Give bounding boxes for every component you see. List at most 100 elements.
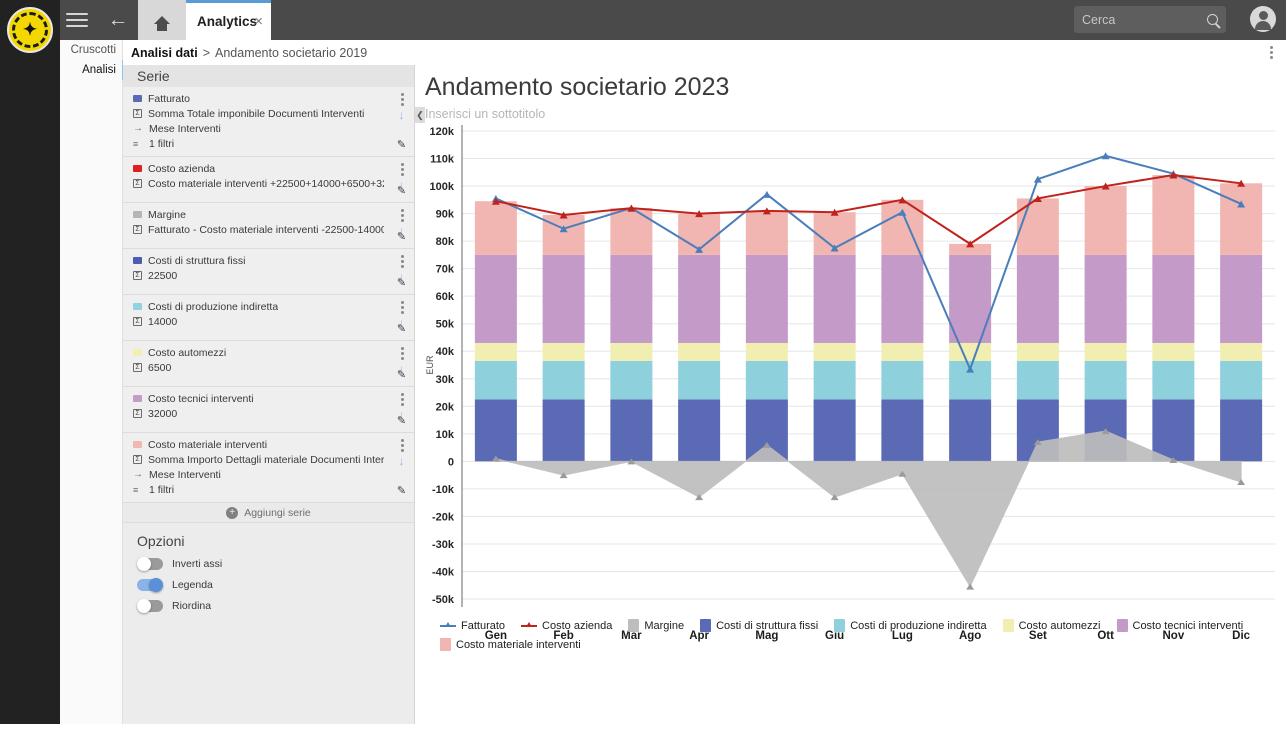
bar-segment[interactable]: [813, 254, 856, 343]
legend-item[interactable]: Costo tecnici interventi: [1116, 619, 1243, 632]
pencil-icon[interactable]: ✎: [395, 277, 408, 290]
download-icon[interactable]: ↓: [395, 109, 408, 122]
search-icon[interactable]: [1207, 14, 1218, 25]
bar-segment[interactable]: [1016, 360, 1059, 400]
series-item[interactable]: Fatturato Σ Somma Totale imponibile Docume…: [123, 87, 414, 157]
tab-analytics[interactable]: Analytics ×: [186, 0, 271, 40]
kebab-menu-icon[interactable]: [401, 93, 404, 108]
pencil-icon[interactable]: ✎: [395, 139, 408, 152]
pencil-icon[interactable]: ✎: [395, 323, 408, 336]
data-point-marker[interactable]: [762, 190, 771, 198]
series-item[interactable]: Costo automezzi Σ 6500 ↓ ✎: [123, 341, 414, 387]
bar-segment[interactable]: [813, 360, 856, 400]
bar-segment[interactable]: [1084, 342, 1127, 361]
kebab-menu-icon[interactable]: [401, 347, 404, 362]
series-item[interactable]: Costi di produzione indiretta Σ 14000 ↓ ✎: [123, 295, 414, 341]
bar-segment[interactable]: [678, 342, 721, 361]
account-icon[interactable]: [1250, 6, 1276, 32]
bar-segment[interactable]: [1016, 254, 1059, 343]
kebab-menu-icon[interactable]: [401, 439, 404, 454]
add-series-button[interactable]: + Aggiungi serie: [123, 503, 414, 523]
bar-segment[interactable]: [1152, 342, 1195, 361]
bar-segment[interactable]: [678, 399, 721, 462]
pencil-icon[interactable]: ✎: [395, 185, 408, 198]
series-item[interactable]: Costo materiale interventi Σ Somma Importo…: [123, 433, 414, 503]
bar-segment[interactable]: [745, 210, 788, 255]
bar-segment[interactable]: [610, 399, 653, 462]
bar-segment[interactable]: [1220, 342, 1263, 361]
bar-segment[interactable]: [542, 214, 585, 255]
legend-item[interactable]: Fatturato: [440, 620, 505, 632]
bar-segment[interactable]: [949, 342, 992, 361]
bar-segment[interactable]: [949, 399, 992, 462]
option-toggle-inverti-assi[interactable]: Inverti assi: [137, 557, 414, 571]
bar-segment[interactable]: [881, 399, 924, 462]
series-item[interactable]: Costo azienda Σ Costo materiale interventi…: [123, 157, 414, 203]
kebab-menu-icon[interactable]: [401, 301, 404, 316]
bar-segment[interactable]: [881, 254, 924, 343]
hamburger-icon[interactable]: [66, 8, 92, 32]
back-arrow-icon[interactable]: ←: [105, 6, 131, 34]
sidebar-item-analisi[interactable]: Analisi: [60, 60, 125, 80]
bar-segment[interactable]: [1152, 254, 1195, 343]
bar-segment[interactable]: [610, 254, 653, 343]
bar-segment[interactable]: [1220, 254, 1263, 343]
search-box[interactable]: [1074, 6, 1226, 33]
legend-item[interactable]: Costo automezzi: [1002, 619, 1101, 632]
bar-segment[interactable]: [1084, 254, 1127, 343]
legend-item[interactable]: Costo azienda: [521, 620, 612, 632]
kebab-menu-icon[interactable]: [401, 163, 404, 178]
kebab-menu-icon[interactable]: [401, 255, 404, 270]
bar-segment[interactable]: [474, 360, 517, 400]
legend-item[interactable]: Margine: [628, 619, 684, 632]
pencil-icon[interactable]: ✎: [395, 485, 408, 498]
legend-item[interactable]: Costi di struttura fissi: [700, 619, 818, 632]
kebab-menu-icon[interactable]: [1270, 46, 1274, 61]
bar-segment[interactable]: [474, 342, 517, 361]
bar-segment[interactable]: [542, 254, 585, 343]
bar-segment[interactable]: [745, 254, 788, 343]
bar-segment[interactable]: [1084, 360, 1127, 400]
kebab-menu-icon[interactable]: [401, 209, 404, 224]
bar-segment[interactable]: [881, 360, 924, 400]
bar-segment[interactable]: [678, 360, 721, 400]
chevron-left-icon[interactable]: ❮: [415, 107, 425, 123]
sidebar-item-cruscotti[interactable]: Cruscotti: [60, 40, 122, 60]
legend-item[interactable]: Costi di produzione indiretta: [834, 619, 987, 632]
search-input[interactable]: [1082, 12, 1200, 27]
option-toggle-riordina[interactable]: Riordina: [137, 599, 414, 613]
pencil-icon[interactable]: ✎: [395, 369, 408, 382]
bar-segment[interactable]: [542, 360, 585, 400]
bar-segment[interactable]: [1152, 175, 1195, 255]
series-item[interactable]: Costo tecnici interventi Σ 32000 ↓ ✎: [123, 387, 414, 433]
bar-segment[interactable]: [542, 399, 585, 462]
line-series-costo-azienda[interactable]: [495, 174, 1242, 246]
line-series-fatturato[interactable]: [495, 154, 1242, 372]
bar-segment[interactable]: [1016, 342, 1059, 361]
bar-segment[interactable]: [813, 399, 856, 462]
home-tab-button[interactable]: [138, 0, 186, 40]
toggle-switch[interactable]: [137, 599, 163, 613]
bar-segment[interactable]: [1016, 198, 1059, 255]
toggle-switch[interactable]: [137, 557, 163, 571]
chart-title[interactable]: Andamento societario 2023: [425, 73, 729, 102]
bar-segment[interactable]: [1220, 183, 1263, 255]
bar-segment[interactable]: [678, 254, 721, 343]
series-item[interactable]: Margine Σ Fatturato - Costo materiale inte…: [123, 203, 414, 249]
legend-item[interactable]: Costo materiale interventi: [440, 638, 581, 651]
bar-segment[interactable]: [881, 342, 924, 361]
data-point-marker[interactable]: [966, 583, 975, 590]
chart-subtitle-placeholder[interactable]: Inserisci un sottotitolo: [425, 107, 545, 121]
close-icon[interactable]: ×: [254, 14, 263, 29]
bar-segment[interactable]: [813, 342, 856, 361]
breadcrumb-root[interactable]: Analisi dati: [131, 46, 198, 60]
bar-segment[interactable]: [542, 342, 585, 361]
area-series-margine[interactable]: [495, 430, 1242, 588]
bar-segment[interactable]: [1152, 360, 1195, 400]
bar-segment[interactable]: [745, 360, 788, 400]
option-toggle-legenda[interactable]: Legenda: [137, 578, 414, 592]
bar-segment[interactable]: [474, 254, 517, 343]
bar-segment[interactable]: [474, 201, 517, 255]
bar-segment[interactable]: [610, 360, 653, 400]
bar-segment[interactable]: [1220, 399, 1263, 462]
